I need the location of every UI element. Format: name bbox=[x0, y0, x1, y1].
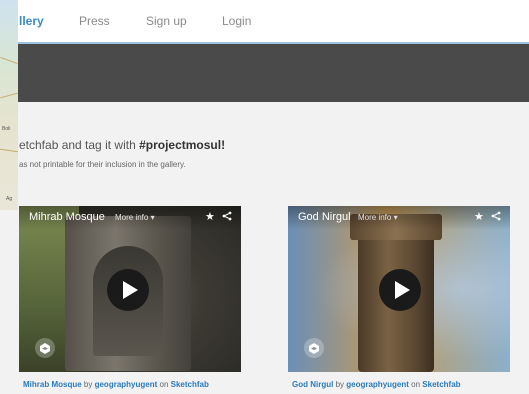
model-viewer-god-nirgul[interactable]: God Nirgul More info ▾ ★ bbox=[288, 206, 510, 372]
intro-subtitle: as not printable for their inclusion in … bbox=[19, 160, 186, 169]
hashtag: #projectmosul! bbox=[139, 138, 226, 152]
sketchfab-logo-icon[interactable] bbox=[35, 338, 55, 358]
map-label: Boli bbox=[2, 126, 11, 132]
model-link[interactable]: God Nirgul bbox=[292, 380, 333, 389]
play-icon bbox=[123, 281, 138, 299]
intro-heading: etchfab and tag it with #projectmosul! bbox=[19, 138, 225, 152]
nav-login[interactable]: Login bbox=[222, 14, 251, 28]
card-caption: God Nirgul by geographyugent on Sketchfa… bbox=[292, 380, 461, 389]
intro-heading-text: etchfab and tag it with bbox=[19, 138, 140, 152]
map-label: Ag bbox=[6, 196, 13, 202]
star-icon[interactable]: ★ bbox=[205, 210, 215, 223]
share-icon[interactable] bbox=[222, 211, 232, 221]
model-title[interactable]: God Nirgul bbox=[298, 211, 351, 223]
play-icon bbox=[395, 281, 410, 299]
author-link[interactable]: geographyugent bbox=[95, 380, 158, 389]
author-link[interactable]: geographyugent bbox=[346, 380, 409, 389]
platform-link[interactable]: Sketchfab bbox=[171, 380, 209, 389]
top-navigation: llery Press Sign up Login bbox=[0, 0, 529, 44]
more-info-dropdown[interactable]: More info ▾ bbox=[358, 213, 398, 222]
play-button[interactable] bbox=[107, 269, 149, 311]
platform-link[interactable]: Sketchfab bbox=[422, 380, 460, 389]
model-title[interactable]: Mihrab Mosque bbox=[29, 211, 105, 223]
model-viewer-mihrab-mosque[interactable]: Mihrab Mosque More info ▾ ★ bbox=[19, 206, 241, 372]
more-info-dropdown[interactable]: More info ▾ bbox=[115, 213, 155, 222]
map-window[interactable]: Boli Ag bbox=[0, 0, 18, 210]
sketchfab-logo-icon[interactable] bbox=[304, 338, 324, 358]
star-icon[interactable]: ★ bbox=[474, 210, 484, 223]
nav-press[interactable]: Press bbox=[79, 14, 110, 28]
nav-sign-up[interactable]: Sign up bbox=[146, 14, 187, 28]
header-banner bbox=[0, 44, 529, 102]
share-icon[interactable] bbox=[491, 211, 501, 221]
model-link[interactable]: Mihrab Mosque bbox=[23, 380, 82, 389]
play-button[interactable] bbox=[379, 269, 421, 311]
card-caption: Mihrab Mosque by geographyugent on Sketc… bbox=[23, 380, 209, 389]
nav-gallery[interactable]: llery bbox=[19, 14, 44, 28]
